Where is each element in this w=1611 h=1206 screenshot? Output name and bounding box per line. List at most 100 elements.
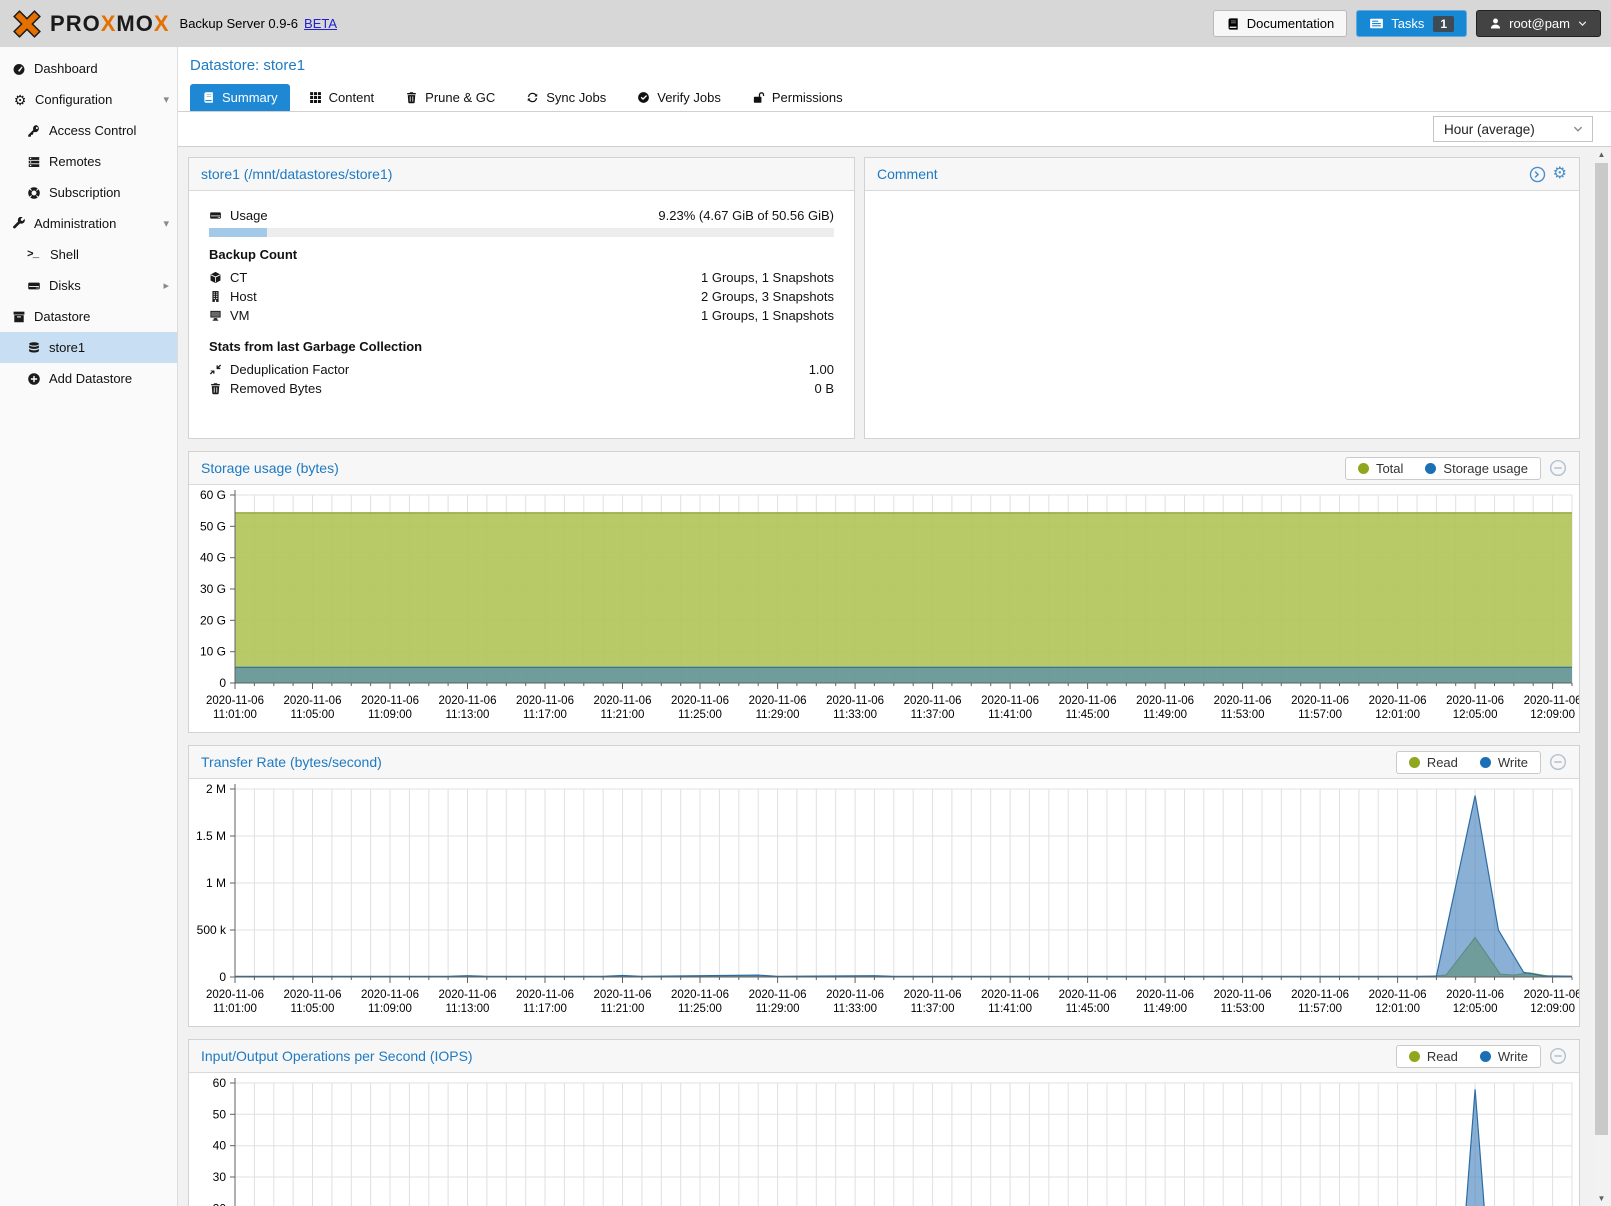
- svg-text:50 G: 50 G: [200, 519, 226, 533]
- svg-text:2020-11-06: 2020-11-06: [516, 989, 574, 1001]
- sidebar-item-shell[interactable]: >_ Shell: [0, 239, 177, 270]
- svg-text:2020-11-06: 2020-11-06: [1214, 989, 1272, 1001]
- svg-text:2020-11-06: 2020-11-06: [284, 695, 342, 707]
- tab-prune-gc[interactable]: Prune & GC: [393, 84, 507, 111]
- chevron-right-circle-icon[interactable]: [1529, 166, 1546, 183]
- svg-text:2020-11-06: 2020-11-06: [284, 989, 342, 1001]
- chevron-down-icon: [1572, 123, 1584, 135]
- dashboard-icon: [12, 62, 26, 76]
- svg-text:10 G: 10 G: [200, 645, 226, 659]
- svg-text:2020-11-06: 2020-11-06: [361, 695, 419, 707]
- panel-header: Transfer Rate (bytes/second) Read Write: [189, 746, 1579, 779]
- legend-item-total[interactable]: Total: [1358, 461, 1403, 476]
- legend-item-read[interactable]: Read: [1409, 1049, 1458, 1064]
- collapse-icon[interactable]: ▾: [163, 93, 169, 106]
- sidebar-item-subscription[interactable]: Subscription: [0, 177, 177, 208]
- tasks-button[interactable]: Tasks 1: [1356, 10, 1467, 37]
- legend-dot: [1425, 463, 1436, 474]
- svg-text:500 k: 500 k: [197, 923, 227, 937]
- svg-text:11:53:00: 11:53:00: [1221, 709, 1265, 721]
- legend-item-storage-usage[interactable]: Storage usage: [1425, 461, 1528, 476]
- tab-summary[interactable]: Summary: [190, 84, 290, 111]
- tab-permissions[interactable]: Permissions: [740, 84, 855, 111]
- scroll-down-arrow[interactable]: ▼: [1594, 1191, 1609, 1206]
- trash-icon: [209, 382, 222, 395]
- svg-text:12:09:00: 12:09:00: [1530, 709, 1575, 721]
- building-icon: [209, 290, 222, 303]
- sidebar-item-access-control[interactable]: Access Control: [0, 115, 177, 146]
- svg-text:2020-11-06: 2020-11-06: [439, 989, 497, 1001]
- desktop-icon: [209, 309, 222, 322]
- documentation-button[interactable]: Documentation: [1213, 10, 1347, 37]
- svg-text:11:21:00: 11:21:00: [601, 709, 645, 721]
- svg-text:11:49:00: 11:49:00: [1143, 1003, 1187, 1015]
- svg-text:11:05:00: 11:05:00: [291, 1003, 335, 1015]
- svg-text:11:53:00: 11:53:00: [1221, 1003, 1265, 1015]
- scrollbar-thumb[interactable]: [1595, 163, 1608, 1135]
- tab-verify-jobs[interactable]: Verify Jobs: [625, 84, 733, 111]
- tab-content[interactable]: Content: [297, 84, 387, 111]
- svg-text:11:25:00: 11:25:00: [678, 709, 722, 721]
- sidebar-item-dashboard[interactable]: Dashboard: [0, 53, 177, 84]
- scroll-up-arrow[interactable]: ▲: [1594, 147, 1609, 162]
- legend-item-read[interactable]: Read: [1409, 755, 1458, 770]
- sidebar-item-datastore[interactable]: Datastore: [0, 301, 177, 332]
- svg-text:2020-11-06: 2020-11-06: [671, 695, 729, 707]
- comment-panel: Comment ⚙: [864, 157, 1580, 439]
- sidebar-item-remotes[interactable]: Remotes: [0, 146, 177, 177]
- svg-text:12:01:00: 12:01:00: [1375, 1003, 1420, 1015]
- hdd-icon: [209, 209, 222, 222]
- backup-count-row-ct: CT 1 Groups, 1 Snapshots: [209, 268, 834, 287]
- svg-text:11:21:00: 11:21:00: [601, 1003, 645, 1015]
- life-ring-icon: [27, 186, 41, 200]
- gc-row-dedup: Deduplication Factor 1.00: [209, 360, 834, 379]
- usage-value: 9.23% (4.67 GiB of 50.56 GiB): [658, 208, 834, 223]
- proxmox-backup-app: PROXMOX Backup Server 0.9-6 BETA Documen…: [0, 0, 1611, 1206]
- svg-text:12:01:00: 12:01:00: [1375, 709, 1420, 721]
- svg-text:2020-11-06: 2020-11-06: [1136, 695, 1194, 707]
- panel-header: Comment ⚙: [865, 158, 1579, 191]
- minus-circle-icon[interactable]: [1549, 753, 1567, 771]
- legend-item-write[interactable]: Write: [1480, 755, 1528, 770]
- svg-text:2020-11-06: 2020-11-06: [206, 989, 264, 1001]
- storage-usage-chart: 60 G50 G40 G30 G20 G10 G02020-11-0611:01…: [189, 485, 1579, 732]
- sidebar-item-add-datastore[interactable]: Add Datastore: [0, 363, 177, 394]
- minus-circle-icon[interactable]: [1549, 1047, 1567, 1065]
- summary-scroll-area: store1 (/mnt/datastores/store1) Usage 9.…: [178, 147, 1611, 1206]
- chart-toolbar: Hour (average): [178, 112, 1611, 147]
- chevron-down-icon: [1577, 18, 1588, 29]
- archive-box-icon: [12, 310, 26, 324]
- expand-icon[interactable]: ▸: [163, 279, 169, 292]
- svg-text:1.5 M: 1.5 M: [196, 829, 226, 843]
- svg-text:11:45:00: 11:45:00: [1066, 1003, 1110, 1015]
- tab-sync-jobs[interactable]: Sync Jobs: [514, 84, 618, 111]
- user-menu-button[interactable]: root@pam: [1476, 10, 1601, 37]
- legend-dot: [1358, 463, 1369, 474]
- sidebar-item-configuration[interactable]: ⚙ Configuration ▾: [0, 84, 177, 115]
- svg-text:40: 40: [213, 1139, 227, 1153]
- svg-text:2020-11-06: 2020-11-06: [1446, 695, 1504, 707]
- sidebar-item-administration[interactable]: Administration ▾: [0, 208, 177, 239]
- iops-chart: 60504030201002020-11-0611:01:002020-11-0…: [189, 1073, 1579, 1206]
- svg-text:2020-11-06: 2020-11-06: [1214, 695, 1272, 707]
- time-range-select[interactable]: Hour (average): [1433, 116, 1593, 142]
- vertical-scrollbar[interactable]: ▲ ▼: [1594, 147, 1609, 1206]
- beta-link[interactable]: BETA: [304, 16, 337, 31]
- svg-text:2020-11-06: 2020-11-06: [1369, 695, 1427, 707]
- sync-icon: [526, 91, 539, 104]
- legend-item-write[interactable]: Write: [1480, 1049, 1528, 1064]
- svg-text:2020-11-06: 2020-11-06: [826, 695, 884, 707]
- minus-circle-icon[interactable]: [1549, 459, 1567, 477]
- svg-text:0: 0: [219, 970, 226, 984]
- sidebar-item-store1[interactable]: store1: [0, 332, 177, 363]
- svg-text:1 M: 1 M: [206, 876, 226, 890]
- svg-text:11:41:00: 11:41:00: [988, 709, 1032, 721]
- top-header: PROXMOX Backup Server 0.9-6 BETA Documen…: [0, 0, 1611, 47]
- gear-icon[interactable]: ⚙: [1553, 166, 1567, 182]
- svg-text:2020-11-06: 2020-11-06: [1291, 989, 1349, 1001]
- collapse-icon[interactable]: ▾: [163, 217, 169, 230]
- svg-text:20 G: 20 G: [200, 613, 226, 627]
- sidebar-item-disks[interactable]: Disks ▸: [0, 270, 177, 301]
- title-bar: Datastore: store1: [178, 47, 1611, 84]
- svg-text:2 M: 2 M: [206, 782, 226, 796]
